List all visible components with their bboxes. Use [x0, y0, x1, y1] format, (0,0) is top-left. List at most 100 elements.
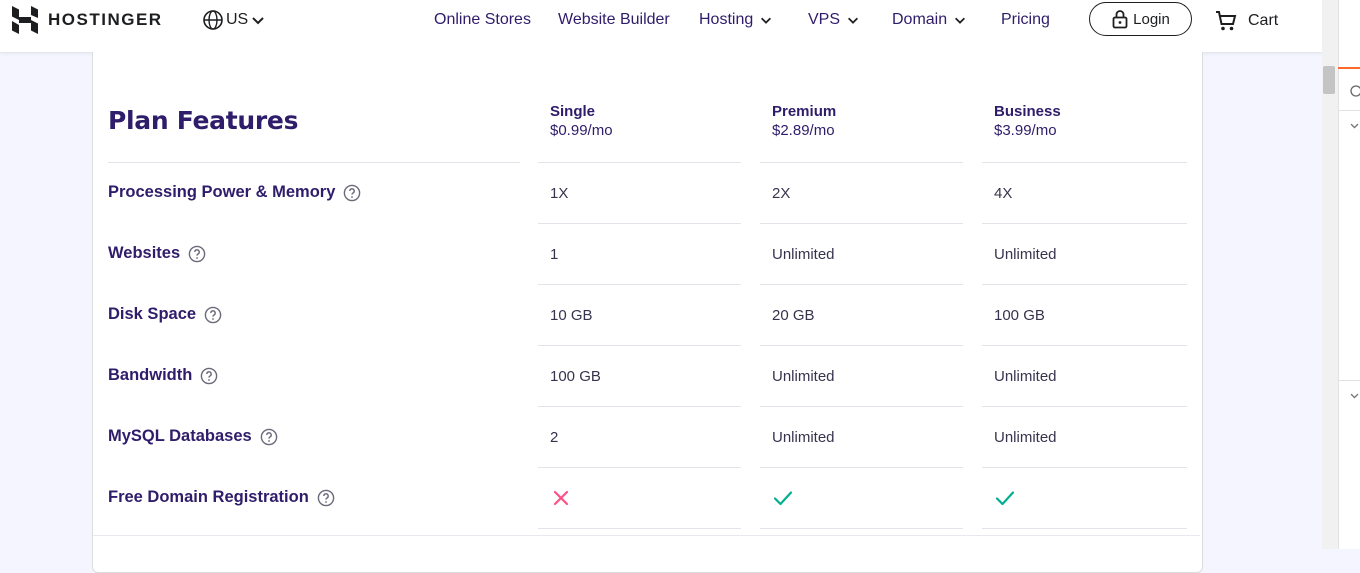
check-icon — [995, 491, 1015, 506]
help-icon[interactable] — [260, 428, 278, 446]
help-icon[interactable] — [200, 367, 218, 385]
value-cell: Unlimited — [994, 429, 1057, 446]
row-divider — [982, 223, 1187, 224]
side-panel-accent — [1338, 67, 1360, 69]
help-icon[interactable] — [188, 245, 206, 263]
value-cell: 20 GB — [772, 307, 815, 324]
row-divider — [760, 223, 963, 224]
scrollbar-thumb[interactable] — [1323, 66, 1335, 94]
nav-label: Hosting — [699, 11, 754, 28]
help-icon[interactable] — [317, 489, 335, 507]
plan-header-premium: Premium $2.89/mo — [772, 103, 836, 139]
chevron-down-icon — [955, 17, 966, 24]
row-divider — [982, 162, 1187, 163]
nav-online-stores[interactable]: Online Stores — [434, 11, 531, 29]
logo-wordmark: HOSTINGER — [48, 10, 163, 29]
row-divider — [538, 284, 741, 285]
side-panel-divider — [1338, 380, 1360, 381]
side-panel — [1338, 0, 1360, 549]
plan-price: $0.99/mo — [550, 122, 613, 139]
value-cell: 100 GB — [550, 368, 601, 385]
feature-free-domain: Free Domain Registration — [108, 488, 335, 507]
login-label: Login — [1133, 10, 1170, 28]
row-divider — [538, 406, 741, 407]
value-cell: Unlimited — [772, 429, 835, 446]
feature-mysql-databases: MySQL Databases — [108, 427, 278, 446]
nav-domain[interactable]: Domain — [892, 11, 967, 29]
help-icon[interactable] — [343, 184, 361, 202]
search-icon[interactable] — [1348, 84, 1360, 98]
nav-label: Pricing — [1001, 11, 1050, 28]
row-divider — [982, 345, 1187, 346]
page-title: Plan Features — [108, 106, 299, 135]
row-divider — [538, 467, 741, 468]
row-divider — [108, 162, 520, 163]
value-cell: Unlimited — [772, 368, 835, 385]
row-divider — [982, 284, 1187, 285]
hostinger-logo[interactable]: HOSTINGER — [12, 6, 163, 34]
chevron-down-icon — [252, 17, 264, 25]
row-divider — [538, 345, 741, 346]
row-divider — [760, 406, 963, 407]
top-navigation-bar: HOSTINGER US Online Stores Website Build… — [0, 0, 1322, 53]
value-cell: Unlimited — [994, 368, 1057, 385]
row-divider — [982, 467, 1187, 468]
chevron-down-icon[interactable] — [1349, 120, 1360, 131]
cross-icon — [553, 490, 569, 506]
feature-label: Disk Space — [108, 305, 197, 323]
cart-button[interactable]: Cart — [1214, 9, 1278, 33]
feature-label: Processing Power & Memory — [108, 183, 336, 201]
row-divider — [760, 162, 963, 163]
feature-websites: Websites — [108, 244, 206, 263]
nav-pricing[interactable]: Pricing — [1001, 11, 1050, 29]
lock-icon — [1112, 10, 1128, 29]
feature-label: Websites — [108, 244, 181, 262]
feature-label: Free Domain Registration — [108, 488, 309, 506]
feature-label: MySQL Databases — [108, 427, 252, 445]
plan-name: Business — [994, 103, 1061, 120]
chevron-down-icon — [848, 17, 859, 24]
plan-name: Single — [550, 103, 596, 120]
nav-label: VPS — [808, 11, 841, 28]
nav-label: Website Builder — [558, 11, 670, 28]
value-cell: Unlimited — [994, 246, 1057, 263]
nav-hosting[interactable]: Hosting — [699, 11, 773, 29]
value-cell: 2 — [550, 429, 559, 446]
globe-icon — [203, 10, 223, 30]
row-divider — [760, 467, 963, 468]
login-button[interactable]: Login — [1089, 2, 1192, 36]
feature-processing-power: Processing Power & Memory — [108, 183, 361, 202]
feature-disk-space: Disk Space — [108, 305, 222, 324]
plan-header-business: Business $3.99/mo — [994, 103, 1061, 139]
check-icon — [773, 491, 793, 506]
row-divider — [760, 528, 963, 529]
row-divider — [760, 284, 963, 285]
value-cell: 2X — [772, 185, 791, 202]
value-cell: 4X — [994, 185, 1013, 202]
plan-header-single: Single $0.99/mo — [550, 103, 613, 139]
locale-selector[interactable]: US — [202, 9, 266, 31]
cart-icon — [1216, 11, 1237, 31]
plan-price: $2.89/mo — [772, 122, 835, 139]
value-cell: 1 — [550, 246, 559, 263]
section-divider — [93, 535, 1200, 536]
row-divider — [760, 345, 963, 346]
hostinger-logo-icon — [12, 6, 38, 34]
row-divider — [982, 528, 1187, 529]
chevron-down-icon — [761, 17, 772, 24]
plan-price: $3.99/mo — [994, 122, 1057, 139]
value-cell: Unlimited — [772, 246, 835, 263]
help-icon[interactable] — [204, 306, 222, 324]
locale-label: US — [226, 11, 249, 28]
nav-vps[interactable]: VPS — [808, 11, 860, 29]
nav-website-builder[interactable]: Website Builder — [558, 11, 670, 29]
nav-label: Domain — [892, 11, 948, 28]
row-divider — [538, 223, 741, 224]
plan-name: Premium — [772, 103, 837, 120]
row-divider — [538, 528, 741, 529]
side-panel-divider — [1338, 110, 1360, 111]
value-cell: 100 GB — [994, 307, 1045, 324]
value-cell: 1X — [550, 185, 569, 202]
row-divider — [982, 406, 1187, 407]
chevron-down-icon[interactable] — [1349, 390, 1360, 401]
